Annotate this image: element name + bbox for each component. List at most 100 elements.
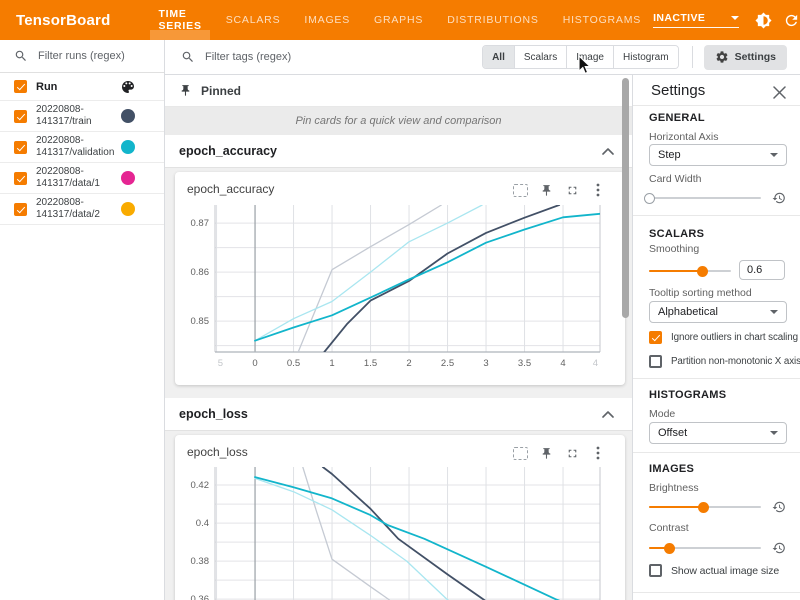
settings-panel-title: Settings: [651, 82, 705, 99]
run-checkbox[interactable]: [14, 172, 27, 185]
filter-tags-input[interactable]: Filter tags (regex): [181, 50, 291, 64]
reset-icon[interactable]: [771, 540, 787, 556]
tag-type-filter-group: All Scalars Image Histogram: [482, 45, 679, 69]
chevron-up-icon[interactable]: [602, 147, 614, 155]
run-checkbox[interactable]: [14, 203, 27, 216]
tab-images[interactable]: IMAGES: [292, 0, 362, 40]
chevron-up-icon[interactable]: [602, 410, 614, 418]
run-checkbox[interactable]: [14, 110, 27, 123]
settings-button-label: Settings: [735, 51, 776, 63]
run-row-train[interactable]: 20220808-141317/train: [0, 101, 164, 132]
runs-header-label: Run: [36, 81, 110, 93]
filter-scalars-button[interactable]: Scalars: [515, 46, 567, 68]
reset-icon[interactable]: [771, 190, 787, 206]
section-title: epoch_accuracy: [179, 144, 277, 158]
reset-icon[interactable]: [771, 499, 787, 515]
card-width-label: Card Width: [649, 173, 702, 185]
tab-distributions[interactable]: DISTRIBUTIONS: [435, 0, 551, 40]
smoothing-label: Smoothing: [649, 243, 699, 255]
run-row-data2[interactable]: 20220808-141317/data/2: [0, 194, 164, 225]
svg-text:0: 0: [252, 358, 257, 369]
close-icon[interactable]: [770, 83, 788, 101]
tab-scalars[interactable]: SCALARS: [214, 0, 293, 40]
run-checkbox[interactable]: [14, 141, 27, 154]
ignore-outliers-checkbox[interactable]: [649, 331, 662, 344]
scalar-chart-epoch-accuracy[interactable]: 0.850.860.87500.511.522.533.544: [183, 200, 617, 380]
partition-x-checkbox[interactable]: [649, 355, 662, 368]
card-width-slider[interactable]: [649, 191, 761, 205]
card-title: epoch_accuracy: [187, 182, 274, 196]
slider-handle[interactable]: [644, 193, 655, 204]
section-title: epoch_loss: [179, 407, 248, 421]
toolbar-divider: [692, 46, 693, 68]
reload-status-dropdown[interactable]: INACTIVE: [653, 12, 739, 28]
fullscreen-icon[interactable]: [559, 443, 585, 463]
scalar-card-epoch-accuracy: epoch_accuracy 0.850.860.87500.511.522.5…: [175, 172, 625, 385]
svg-text:0.86: 0.86: [191, 267, 210, 278]
histogram-mode-select[interactable]: Offset: [649, 422, 787, 444]
svg-text:0.5: 0.5: [287, 358, 300, 369]
svg-text:2: 2: [406, 358, 411, 369]
data-select-icon[interactable]: [507, 443, 533, 463]
svg-text:3: 3: [483, 358, 488, 369]
chevron-down-icon: [770, 431, 778, 435]
select-all-runs-checkbox[interactable]: [14, 80, 27, 93]
palette-icon[interactable]: [120, 79, 136, 95]
scalar-chart-epoch-loss[interactable]: 0.420.40.380.36: [183, 463, 617, 600]
divider: [633, 105, 800, 106]
pin-card-icon[interactable]: [533, 443, 559, 463]
refresh-icon[interactable]: [777, 6, 800, 34]
brightness-slider[interactable]: [649, 500, 761, 514]
run-row-data1[interactable]: 20220808-141317/data/1: [0, 163, 164, 194]
smoothing-slider[interactable]: [649, 264, 731, 278]
filter-image-button[interactable]: Image: [567, 46, 614, 68]
tab-graphs[interactable]: GRAPHS: [362, 0, 435, 40]
settings-button[interactable]: Settings: [704, 45, 787, 70]
scalars-heading: SCALARS: [649, 228, 704, 240]
run-label: 20220808-: [36, 166, 84, 177]
divider: [633, 592, 800, 593]
section-epoch-accuracy[interactable]: epoch_accuracy: [165, 135, 632, 168]
run-row-validation[interactable]: 20220808-141317/validation: [0, 132, 164, 163]
histograms-heading: HISTOGRAMS: [649, 389, 726, 401]
general-heading: GENERAL: [649, 112, 705, 124]
settings-panel: Settings GENERAL Horizontal Axis Step Ca…: [632, 75, 800, 600]
divider: [633, 378, 800, 379]
tooltip-sorting-select[interactable]: Alphabetical: [649, 301, 787, 323]
svg-text:0.38: 0.38: [191, 556, 210, 567]
partition-x-row: Partition non-monotonic X axis ?: [649, 355, 800, 368]
images-heading: IMAGES: [649, 463, 694, 475]
horizontal-axis-label: Horizontal Axis: [649, 131, 718, 143]
data-select-icon[interactable]: [507, 180, 533, 200]
scalar-card-epoch-loss: epoch_loss 0.420.40.380.36: [175, 435, 625, 600]
show-actual-size-checkbox[interactable]: [649, 564, 662, 577]
smoothing-value-input[interactable]: [739, 260, 785, 280]
chevron-down-icon: [731, 16, 739, 20]
pin-card-icon[interactable]: [533, 180, 559, 200]
tooltip-sorting-label: Tooltip sorting method: [649, 287, 752, 299]
svg-text:0.42: 0.42: [191, 480, 210, 491]
more-options-icon[interactable]: [585, 443, 611, 463]
contrast-slider[interactable]: [649, 541, 761, 555]
horizontal-axis-select[interactable]: Step: [649, 144, 787, 166]
svg-text:1.5: 1.5: [364, 358, 377, 369]
slider-handle[interactable]: [697, 266, 708, 277]
tab-time-series[interactable]: TIME SERIES: [146, 0, 213, 40]
brightness-toggle-icon[interactable]: [749, 6, 777, 34]
filter-runs-input[interactable]: Filter runs (regex): [0, 40, 164, 73]
tab-histograms[interactable]: HISTOGRAMS: [551, 0, 653, 40]
filter-histogram-button[interactable]: Histogram: [614, 46, 678, 68]
main-scrollbar[interactable]: [622, 78, 629, 318]
filter-tags-placeholder: Filter tags (regex): [205, 51, 291, 63]
svg-text:1: 1: [329, 358, 334, 369]
fullscreen-icon[interactable]: [559, 180, 585, 200]
svg-text:0.85: 0.85: [191, 316, 210, 327]
slider-handle[interactable]: [664, 543, 675, 554]
section-epoch-loss[interactable]: epoch_loss: [165, 398, 632, 431]
filter-all-button[interactable]: All: [483, 46, 515, 68]
svg-text:0.4: 0.4: [196, 518, 209, 529]
show-actual-size-row: Show actual image size: [649, 564, 779, 577]
divider: [633, 215, 800, 216]
slider-handle[interactable]: [698, 502, 709, 513]
more-options-icon[interactable]: [585, 180, 611, 200]
